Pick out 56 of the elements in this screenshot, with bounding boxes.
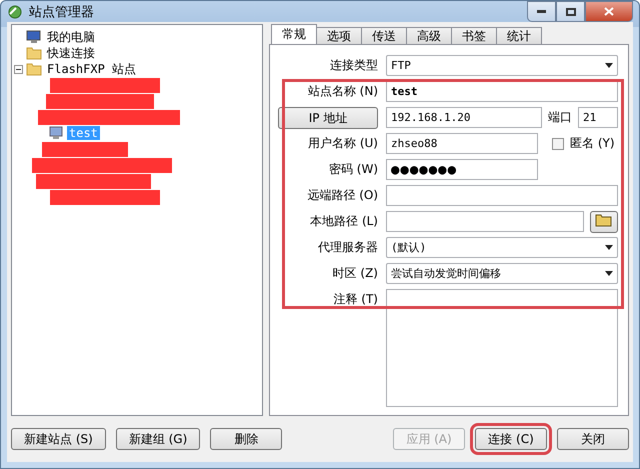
- tab[interactable]: 常规: [271, 24, 317, 44]
- browse-folder-button[interactable]: [590, 210, 618, 232]
- field-label: 代理服务器: [317, 239, 378, 256]
- dropdown[interactable]: (默认): [386, 237, 618, 258]
- dropdown[interactable]: FTP: [386, 55, 618, 76]
- folder-icon: [26, 46, 42, 60]
- field-label: 远端路径 (O): [306, 187, 378, 204]
- tree-item[interactable]: 我的电脑: [45, 28, 97, 46]
- field-label: 时区 (Z): [332, 265, 378, 282]
- input-field[interactable]: [386, 211, 584, 232]
- maximize-icon: [566, 8, 576, 16]
- window-title: 站点管理器: [29, 4, 94, 20]
- ip-address-button[interactable]: IP 地址: [278, 107, 378, 129]
- server-icon: [48, 126, 64, 140]
- field-label: 用户名称 (U): [307, 135, 378, 152]
- folder-icon: [595, 213, 613, 227]
- port-label: 端口: [548, 109, 572, 126]
- tab[interactable]: 传送: [361, 27, 407, 44]
- tree-item[interactable]: FlashFXP 站点: [45, 60, 138, 78]
- action-button[interactable]: 删除: [210, 428, 282, 450]
- minimize-button[interactable]: [527, 1, 556, 22]
- dropdown-arrow-icon[interactable]: [605, 63, 613, 68]
- field-label: 密码 (W): [328, 161, 378, 178]
- input-field[interactable]: test: [386, 81, 618, 102]
- close-button[interactable]: [585, 1, 633, 22]
- collapse-toggle[interactable]: [14, 64, 23, 74]
- action-button[interactable]: 新建站点 (S): [11, 428, 106, 450]
- maximize-button[interactable]: [556, 1, 585, 22]
- tab[interactable]: 统计: [496, 27, 542, 44]
- input-field[interactable]: zhseo88: [386, 133, 538, 154]
- input-field[interactable]: [386, 185, 618, 206]
- password-field[interactable]: ●●●●●●●: [386, 159, 538, 180]
- minimize-icon: [537, 10, 546, 13]
- dropdown-arrow-icon[interactable]: [605, 271, 613, 276]
- app-icon: [7, 4, 23, 20]
- field-label: 站点名称 (N): [306, 83, 378, 100]
- close-icon: [604, 7, 614, 16]
- notes-field[interactable]: [386, 289, 618, 407]
- port-field[interactable]: 21: [578, 107, 618, 128]
- field-label: 连接类型: [329, 57, 378, 74]
- tree-item[interactable]: 快速连接: [45, 44, 97, 62]
- field-label: 注释 (T): [332, 291, 378, 308]
- action-button[interactable]: 新建组 (G): [116, 428, 200, 450]
- tab[interactable]: 书签: [451, 27, 497, 44]
- dropdown[interactable]: 尝试自动发觉时间偏移: [386, 263, 618, 284]
- folder-icon: [26, 62, 42, 76]
- host-field[interactable]: 192.168.1.20: [386, 107, 542, 128]
- tab[interactable]: 高级: [406, 27, 452, 44]
- checkbox[interactable]: [552, 138, 564, 150]
- minus-icon: [16, 68, 21, 70]
- dropdown-arrow-icon[interactable]: [605, 245, 613, 250]
- tab[interactable]: 选项: [316, 27, 362, 44]
- field-label: 本地路径 (L): [309, 213, 378, 230]
- computer-icon: [26, 30, 42, 44]
- checkbox-label: 匿名 (Y): [570, 135, 615, 152]
- action-button[interactable]: 关闭: [557, 428, 629, 450]
